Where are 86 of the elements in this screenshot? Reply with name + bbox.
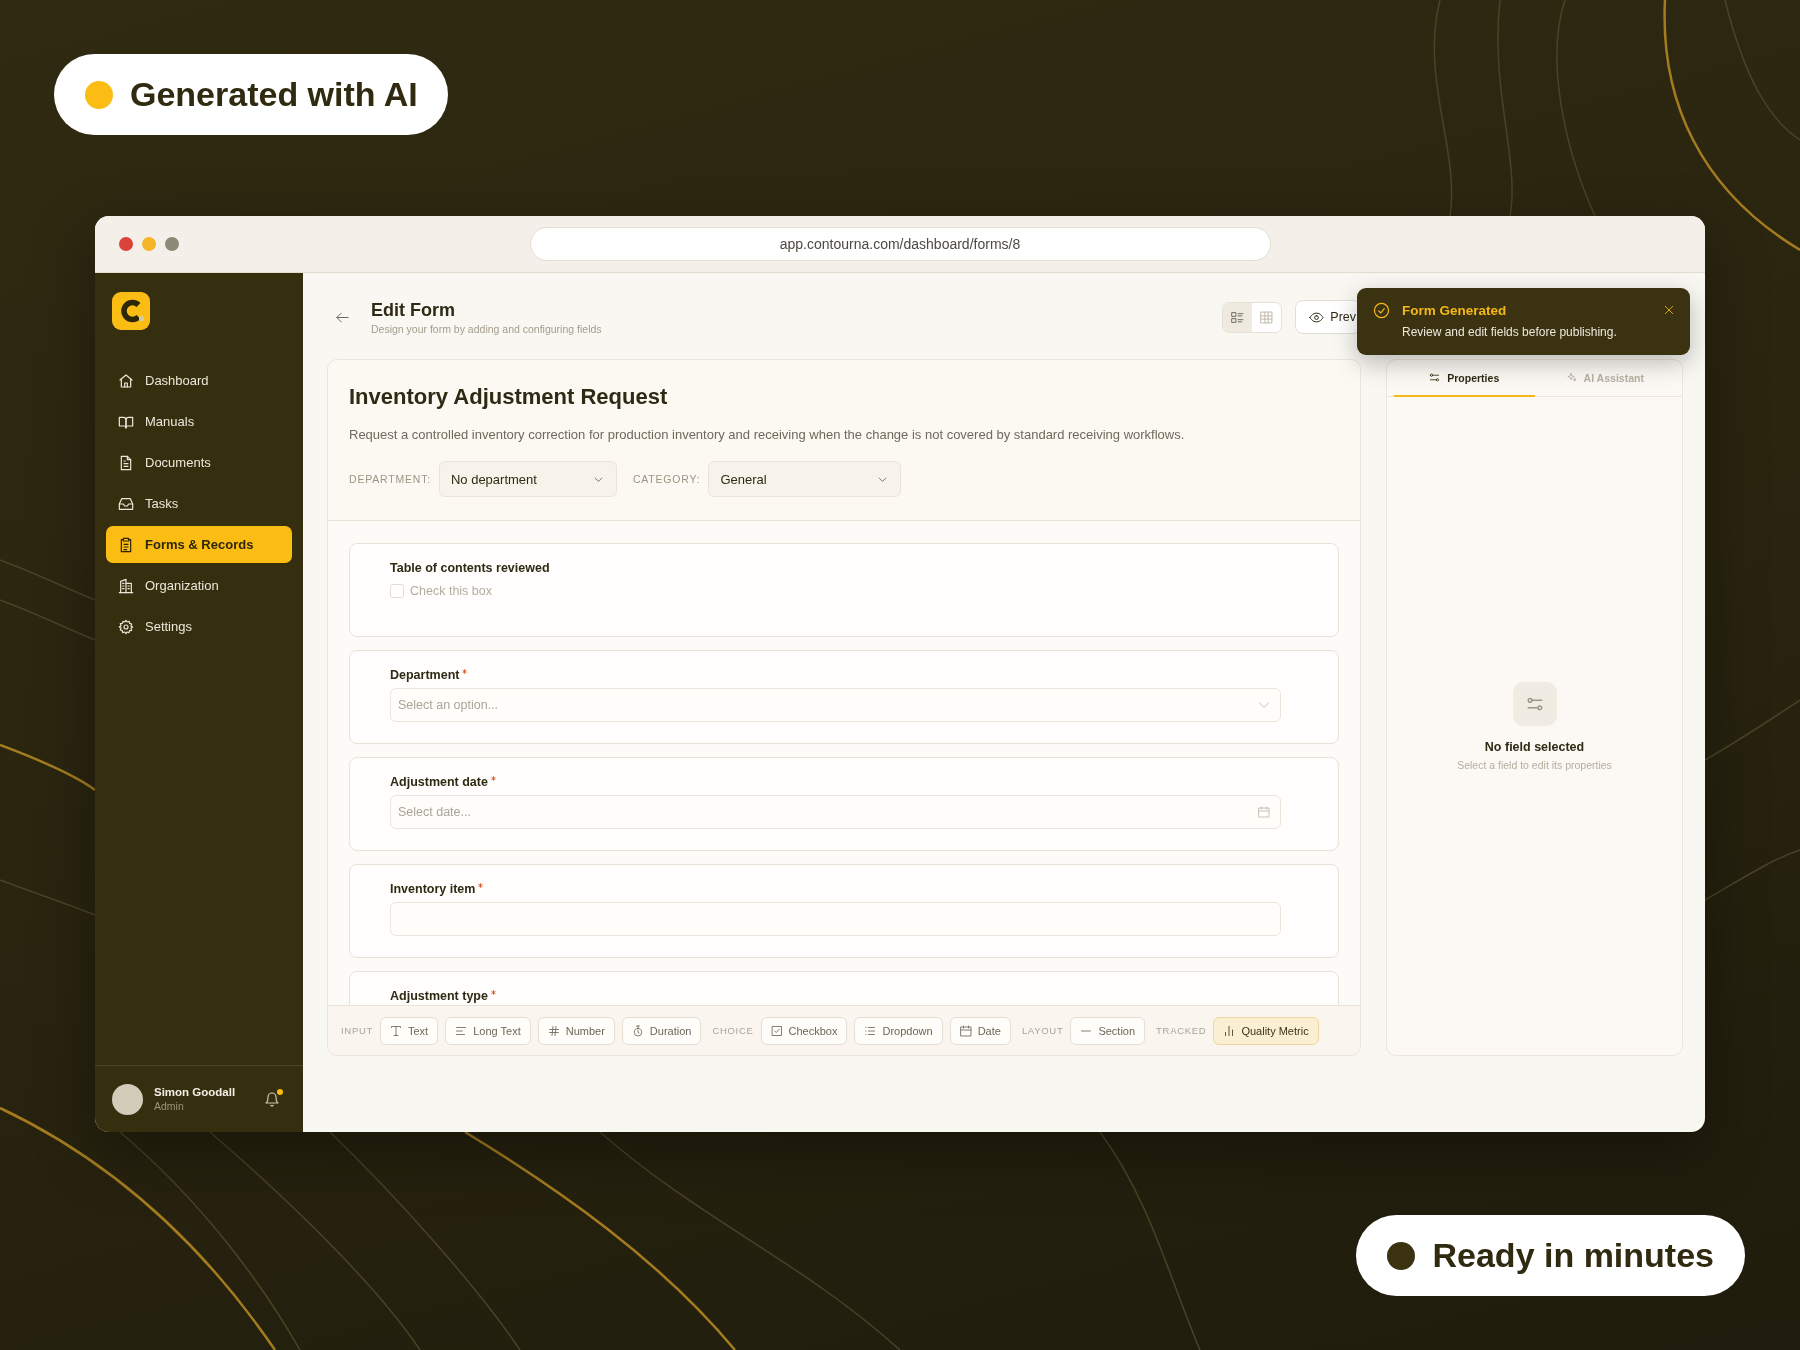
nav-item[interactable]: Organization [106,567,292,604]
select-field[interactable]: Select an option... [390,688,1281,722]
field-card[interactable]: Adjustment type [349,971,1339,1005]
empty-state-title: No field selected [1484,739,1585,754]
sparkle-icon [1565,372,1577,383]
document-icon [118,454,134,471]
chevron-down-icon [878,474,888,484]
sliders-icon [1429,372,1441,383]
field-card[interactable]: Table of contents reviewed Check this box [349,543,1339,637]
field-type-button[interactable]: Checkbox [760,1016,848,1045]
page-subtitle: Design your form by adding and configuring fields [371,323,602,335]
sliders-icon [1512,681,1557,726]
bell-icon[interactable] [264,1091,280,1107]
nav-item[interactable]: Tasks [106,485,292,522]
field-label: Adjustment type [390,988,488,1004]
back-arrow-icon[interactable] [335,309,350,325]
text-type-icon [390,1024,402,1037]
form-title: Inventory Adjustment Request [349,383,668,411]
nav-item[interactable]: Manuals [106,403,292,440]
form-description: Request a controlled inventory correction for production inventory and receiving when the change is not covered by standard receiving workflows. [349,426,1185,444]
grid-icon [1260,310,1274,324]
checkbox-label: Check this box [410,584,492,598]
promo-pill-text: Ready in minutes [1432,1236,1714,1275]
lines-icon [455,1024,468,1037]
eye-icon [1309,309,1325,325]
clipboard-icon [118,536,134,553]
field-type-button[interactable]: Date [949,1016,1011,1045]
inbox-icon [118,495,134,512]
address-bar[interactable]: app.contourna.com/dashboard/forms/8 [529,227,1271,261]
hash-icon [547,1024,560,1037]
maximize-window-icon[interactable] [165,237,179,251]
calendar-icon [1258,806,1270,818]
dropdown-select[interactable]: General [708,461,902,497]
toolbar-group-label: CHOICE [712,1025,754,1036]
user-role: Admin [154,1100,184,1112]
user-name: Simon Goodall [154,1086,236,1098]
dropdown-select[interactable]: No department [438,461,617,497]
logo-icon[interactable] [112,292,150,330]
field-label: Adjustment date [390,774,488,790]
field-label: Department [390,667,460,683]
field-type-button[interactable]: Long Text [445,1016,531,1045]
nav-item[interactable]: Forms & Records [106,526,292,563]
chevron-down-icon [1258,699,1270,711]
field-card[interactable]: Inventory item [349,864,1339,958]
filter-label: CATEGORY: [632,473,701,485]
field-card[interactable]: Department Select an option... [349,650,1339,744]
chevron-down-icon [593,474,603,484]
list-icon [864,1024,877,1037]
toast-message: Review and edit fields before publishing. [1402,325,1617,339]
panel-tab[interactable]: Properties [1394,360,1535,397]
toolbar-group-label: TRACKED [1156,1025,1207,1036]
page-title: Edit Form [371,299,455,321]
settings-icon [118,618,134,635]
toolbar-group-label: LAYOUT [1021,1025,1064,1036]
close-icon[interactable] [1664,305,1674,315]
field-type-button[interactable]: Dropdown [854,1016,943,1045]
bar-chart-icon [1223,1024,1236,1037]
filter-label: DEPARTMENT: [349,473,431,485]
view-mode-button[interactable] [1223,302,1253,332]
list-view-icon [1231,310,1245,324]
empty-state-hint: Select a field to edit its properties [1457,758,1612,771]
checkbox[interactable] [390,584,404,598]
date-field[interactable]: Select date... [390,795,1281,829]
text-input-field[interactable] [390,902,1281,936]
stopwatch-icon [631,1024,644,1037]
building-icon [118,577,134,594]
nav-item[interactable]: Documents [106,444,292,481]
check-circle-icon [1373,302,1390,319]
nav-item[interactable]: Dashboard [106,362,292,399]
checkbox-icon [770,1024,783,1037]
field-type-button[interactable]: Section [1070,1016,1146,1045]
calendar-icon [959,1024,972,1037]
promo-pill-text: Generated with AI [130,75,418,114]
field-card[interactable]: Adjustment date Select date... [349,757,1339,851]
field-label: Inventory item [390,881,476,897]
nav-item[interactable]: Settings [106,608,292,645]
close-window-icon[interactable] [119,237,133,251]
field-type-button[interactable]: Number [537,1016,615,1045]
home-icon [118,372,134,389]
avatar[interactable] [112,1083,143,1115]
toast-title: Form Generated [1402,302,1507,320]
toolbar-group-label: INPUT [341,1025,373,1036]
field-type-button[interactable]: Quality Metric [1213,1016,1319,1045]
field-label: Table of contents reviewed [390,560,550,576]
field-type-button[interactable]: Duration [621,1016,702,1045]
field-type-button[interactable]: Text [380,1016,439,1045]
